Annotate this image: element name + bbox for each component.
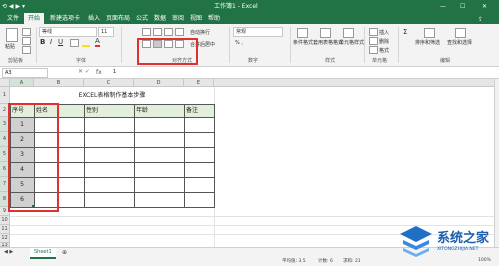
header-cell-notes[interactable]: 备注 [186,104,214,117]
number-format-select[interactable]: 常规 [233,27,283,37]
cells-group-label: 单元格 [372,58,388,64]
table-highlight-box [8,103,59,212]
cut-icon[interactable] [22,28,31,36]
header-cell-gender[interactable]: 性别 [86,104,134,117]
tab-home[interactable]: 开始 [24,13,44,24]
col-header-a[interactable]: A [10,79,34,87]
font-color-icon[interactable]: A [95,38,100,47]
tab-review[interactable]: 审阅 [170,13,186,24]
header-cell-age[interactable]: 年龄 [136,104,184,117]
align-top-icon[interactable] [142,28,151,36]
sort-filter-button[interactable]: 排序和筛选 [415,39,440,46]
tab-page-layout[interactable]: 页面布局 [104,13,132,24]
alignment-highlight-box [137,38,198,65]
font-size-select[interactable]: 11 [98,27,114,37]
format-cells-icon[interactable] [369,46,378,54]
col-header-c[interactable]: C [84,79,134,87]
cancel-confirm-icons[interactable]: ✕ ✓ [78,68,90,75]
sort-filter-icon[interactable] [424,28,435,38]
col-header-d[interactable]: D [134,79,184,87]
watermark-url: XITONGZHIJIA.NET [437,247,479,252]
conditional-format-icon[interactable] [297,28,308,38]
font-name-select[interactable]: 等线 [39,27,97,37]
paste-button[interactable]: 粘贴 [5,43,15,50]
table-format-icon[interactable] [320,28,331,38]
formula-input[interactable]: 1 [113,68,116,77]
format-cells-button[interactable]: 格式 [379,47,389,54]
tab-view[interactable]: 视图 [188,13,204,24]
sheet-nav-arrows[interactable]: ◀ ▶ [4,249,13,255]
row-header[interactable]: 11 [0,225,10,234]
window-title: 工作簿1 - Excel [214,3,258,10]
row-header[interactable]: 1 [0,87,10,104]
underline-button[interactable]: U [58,38,63,46]
editing-group-label: 编辑 [440,58,451,64]
sheet-title-cell[interactable]: EXCEL表格制作基本步骤 [10,87,214,104]
watermark-logo-icon [400,226,432,257]
watermark-brand: 系统之家 [437,231,490,246]
font-group-label: 字体 [76,58,87,64]
watermark: 系统之家 XITONGZHIJIA.NET [397,221,497,263]
minimize-button[interactable]: — [440,0,446,13]
row-header[interactable]: 10 [0,216,10,225]
border-icon[interactable] [70,39,79,47]
title-bar: ⟲ ◀ ▶ ▾ 工作簿1 - Excel — ☐ ✕ [0,0,499,13]
align-middle-icon[interactable] [153,28,162,36]
name-box[interactable]: A3 [2,68,48,78]
tab-file[interactable]: 文件 [3,13,23,24]
italic-button[interactable]: I [50,38,52,46]
percent-button[interactable]: % , [235,40,243,46]
fill-color-icon[interactable] [82,39,90,47]
copy-icon[interactable] [22,37,31,45]
tab-new[interactable]: 新建选项卡 [46,13,84,24]
fx-icon[interactable]: fx [96,68,102,77]
add-sheet-icon[interactable]: ⊕ [62,249,67,256]
delete-cells-icon[interactable] [369,37,378,45]
status-average: 平均值: 3.5 [282,259,306,264]
cell-style-button[interactable]: 单元格样式 [339,39,364,46]
sheet-tab[interactable]: Sheet1 [30,248,56,259]
tab-data[interactable]: 数据 [152,13,168,24]
select-all-corner[interactable] [0,79,10,87]
status-count: 计数: 6 [318,259,333,264]
number-group-label: 数字 [248,58,259,64]
paste-icon[interactable] [6,28,18,42]
styles-group-label: 样式 [325,58,336,64]
status-sum: 求和: 21 [343,259,361,264]
bold-button[interactable]: B [40,38,45,46]
autosum-icon[interactable]: Σ [403,28,407,36]
ribbon: 粘贴 剪贴板 等线 11 B I U A 字体 自动换行 合并后居中 对齐方式 … [0,24,499,67]
ribbon-tabs: 文件 开始 新建选项卡 插入 页面布局 公式 数据 审阅 视图 帮助 ⇪ [0,13,499,24]
clipboard-group-label: 剪贴板 [8,58,24,64]
tab-insert[interactable]: 插入 [86,13,102,24]
formula-bar: A3 ✕ ✓ fx 1 [0,67,499,79]
delete-cells-button[interactable]: 删除 [379,38,389,45]
autosave-icon[interactable]: ⟲ ◀ ▶ ▾ [2,0,25,13]
tab-help[interactable]: 帮助 [206,13,222,24]
insert-cells-button[interactable]: 插入 [379,29,389,36]
find-select-button[interactable]: 查找和选择 [447,39,472,46]
cell-style-icon[interactable] [343,28,354,38]
close-button[interactable]: ✕ [482,0,487,13]
maximize-button[interactable]: ☐ [460,0,465,13]
orientation-icon[interactable] [175,28,184,36]
wrap-text-button[interactable]: 自动换行 [190,29,210,36]
col-header-e[interactable]: E [184,79,214,87]
insert-cells-icon[interactable] [369,28,378,36]
format-painter-icon[interactable] [22,46,31,54]
align-bottom-icon[interactable] [164,28,173,36]
row-header[interactable]: 12 [0,234,10,243]
find-select-icon[interactable] [455,28,466,38]
conditional-format-button[interactable]: 条件格式 [293,39,313,46]
col-header-b[interactable]: B [34,79,84,87]
tab-formulas[interactable]: 公式 [134,13,150,24]
